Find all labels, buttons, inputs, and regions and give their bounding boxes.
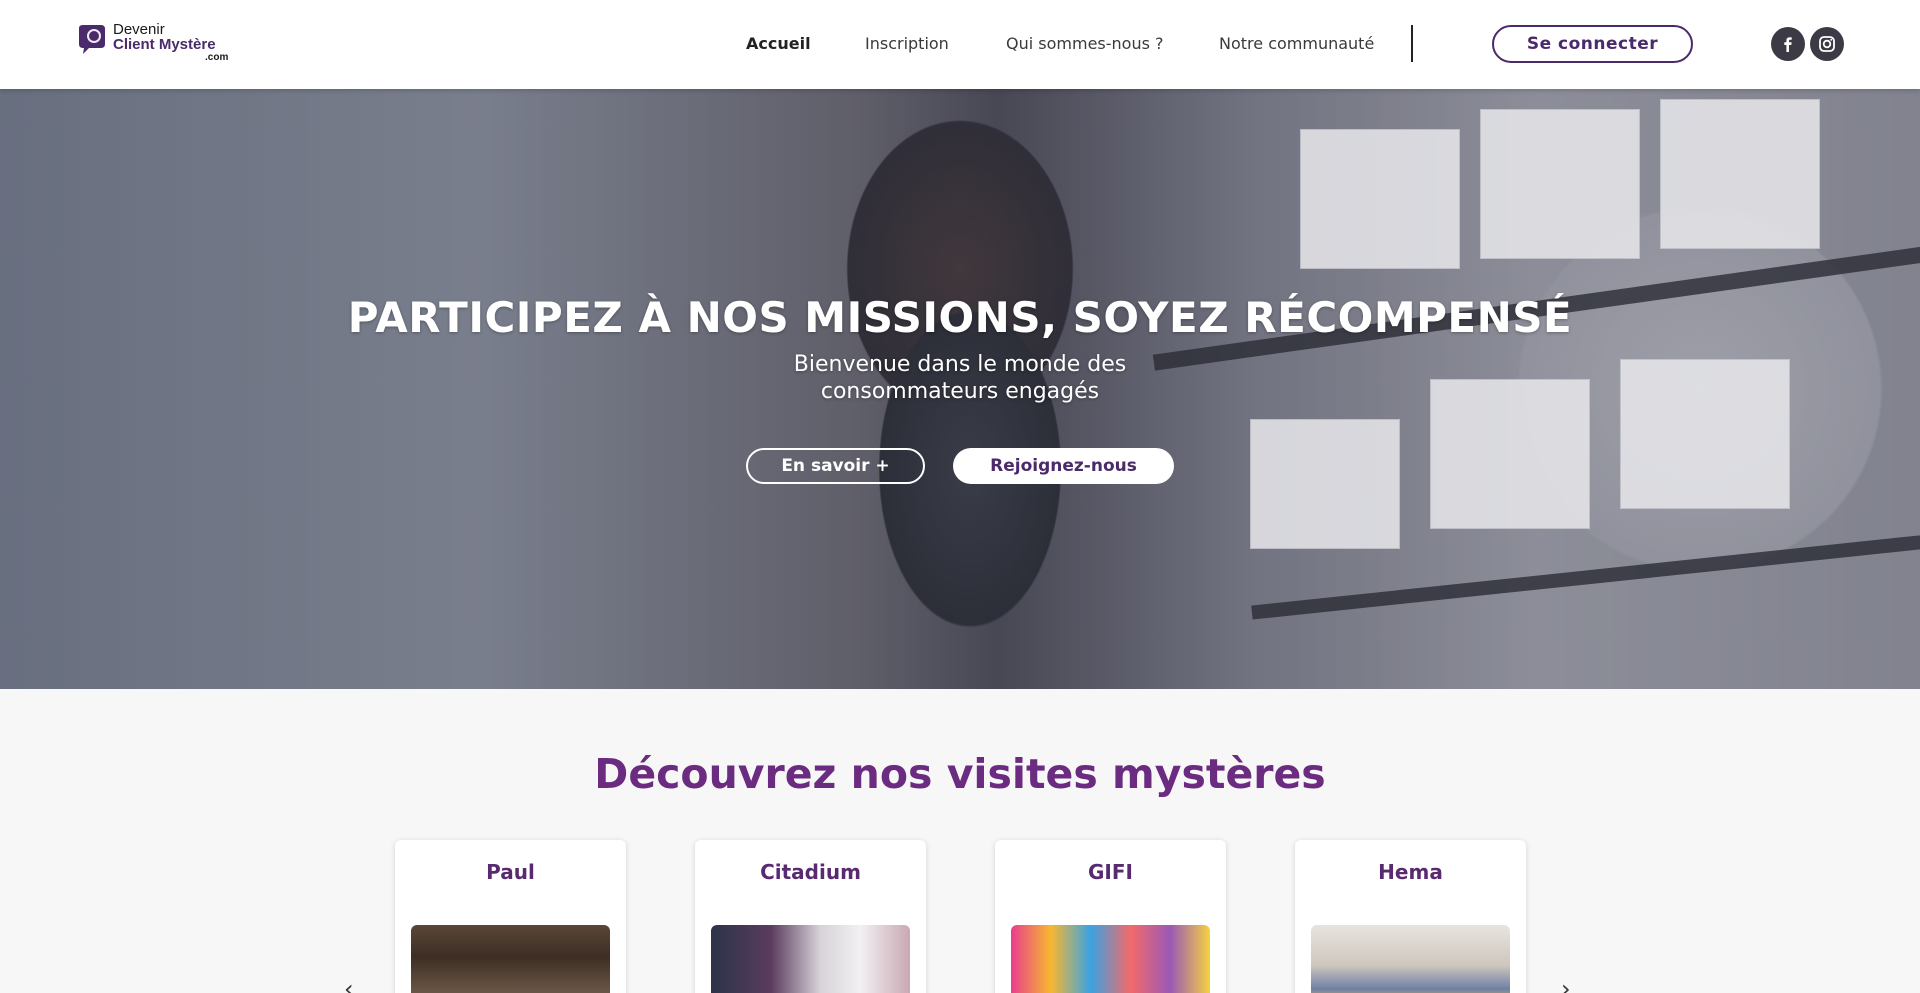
hero-subtitle-line1: Bienvenue dans le monde des bbox=[793, 352, 1127, 377]
mission-card-paul[interactable]: Paul bbox=[395, 840, 626, 993]
hero-title: PARTICIPEZ À NOS MISSIONS, SOYEZ RÉCOMPE… bbox=[347, 293, 1573, 342]
nav-item-accueil[interactable]: Accueil bbox=[746, 34, 811, 53]
login-button[interactable]: Se connecter bbox=[1492, 25, 1693, 63]
site-header: Devenir Client Mystère .com Accueil Insc… bbox=[0, 0, 1920, 89]
speech-bubble-logo-icon bbox=[79, 25, 105, 54]
nav-divider bbox=[1411, 25, 1413, 62]
product-box-graphic bbox=[1250, 419, 1400, 549]
site-logo[interactable]: Devenir Client Mystère .com bbox=[75, 22, 235, 66]
card-title: Citadium bbox=[760, 860, 861, 884]
mission-card-hema[interactable]: Hema bbox=[1295, 840, 1526, 993]
logo-text-com: .com bbox=[205, 52, 229, 63]
card-image bbox=[1311, 925, 1510, 993]
card-title: GIFI bbox=[1088, 860, 1133, 884]
card-image bbox=[711, 925, 910, 993]
card-image bbox=[1011, 925, 1210, 993]
logo-text-client-mystere: Client Mystère bbox=[113, 36, 216, 53]
product-box-graphic bbox=[1660, 99, 1820, 249]
shopper-photo bbox=[820, 149, 1120, 689]
product-box-graphic bbox=[1300, 129, 1460, 269]
carousel-next-arrow-icon[interactable]: › bbox=[1561, 975, 1571, 993]
join-us-button[interactable]: Rejoignez-nous bbox=[953, 448, 1174, 484]
mission-card-gifi[interactable]: GIFI bbox=[995, 840, 1226, 993]
card-title: Paul bbox=[486, 860, 535, 884]
carousel-prev-arrow-icon[interactable]: ‹ bbox=[344, 975, 354, 993]
nav-item-notre-communaute[interactable]: Notre communauté bbox=[1219, 34, 1374, 53]
product-box-graphic bbox=[1480, 109, 1640, 259]
hero-subtitle-line2: consommateurs engagés bbox=[820, 379, 1100, 404]
mission-card-citadium[interactable]: Citadium bbox=[695, 840, 926, 993]
section-title: Découvrez nos visites mystères bbox=[594, 750, 1326, 798]
nav-item-qui-sommes-nous[interactable]: Qui sommes-nous ? bbox=[1006, 34, 1164, 53]
learn-more-button[interactable]: En savoir + bbox=[746, 448, 925, 484]
card-image bbox=[411, 925, 610, 993]
instagram-icon[interactable] bbox=[1810, 27, 1844, 61]
facebook-icon[interactable] bbox=[1771, 27, 1805, 61]
hero-banner: PARTICIPEZ À NOS MISSIONS, SOYEZ RÉCOMPE… bbox=[0, 89, 1920, 689]
card-title: Hema bbox=[1378, 860, 1443, 884]
hero-subtitle: Bienvenue dans le monde des consommateur… bbox=[0, 351, 1920, 405]
nav-item-inscription[interactable]: Inscription bbox=[865, 34, 949, 53]
